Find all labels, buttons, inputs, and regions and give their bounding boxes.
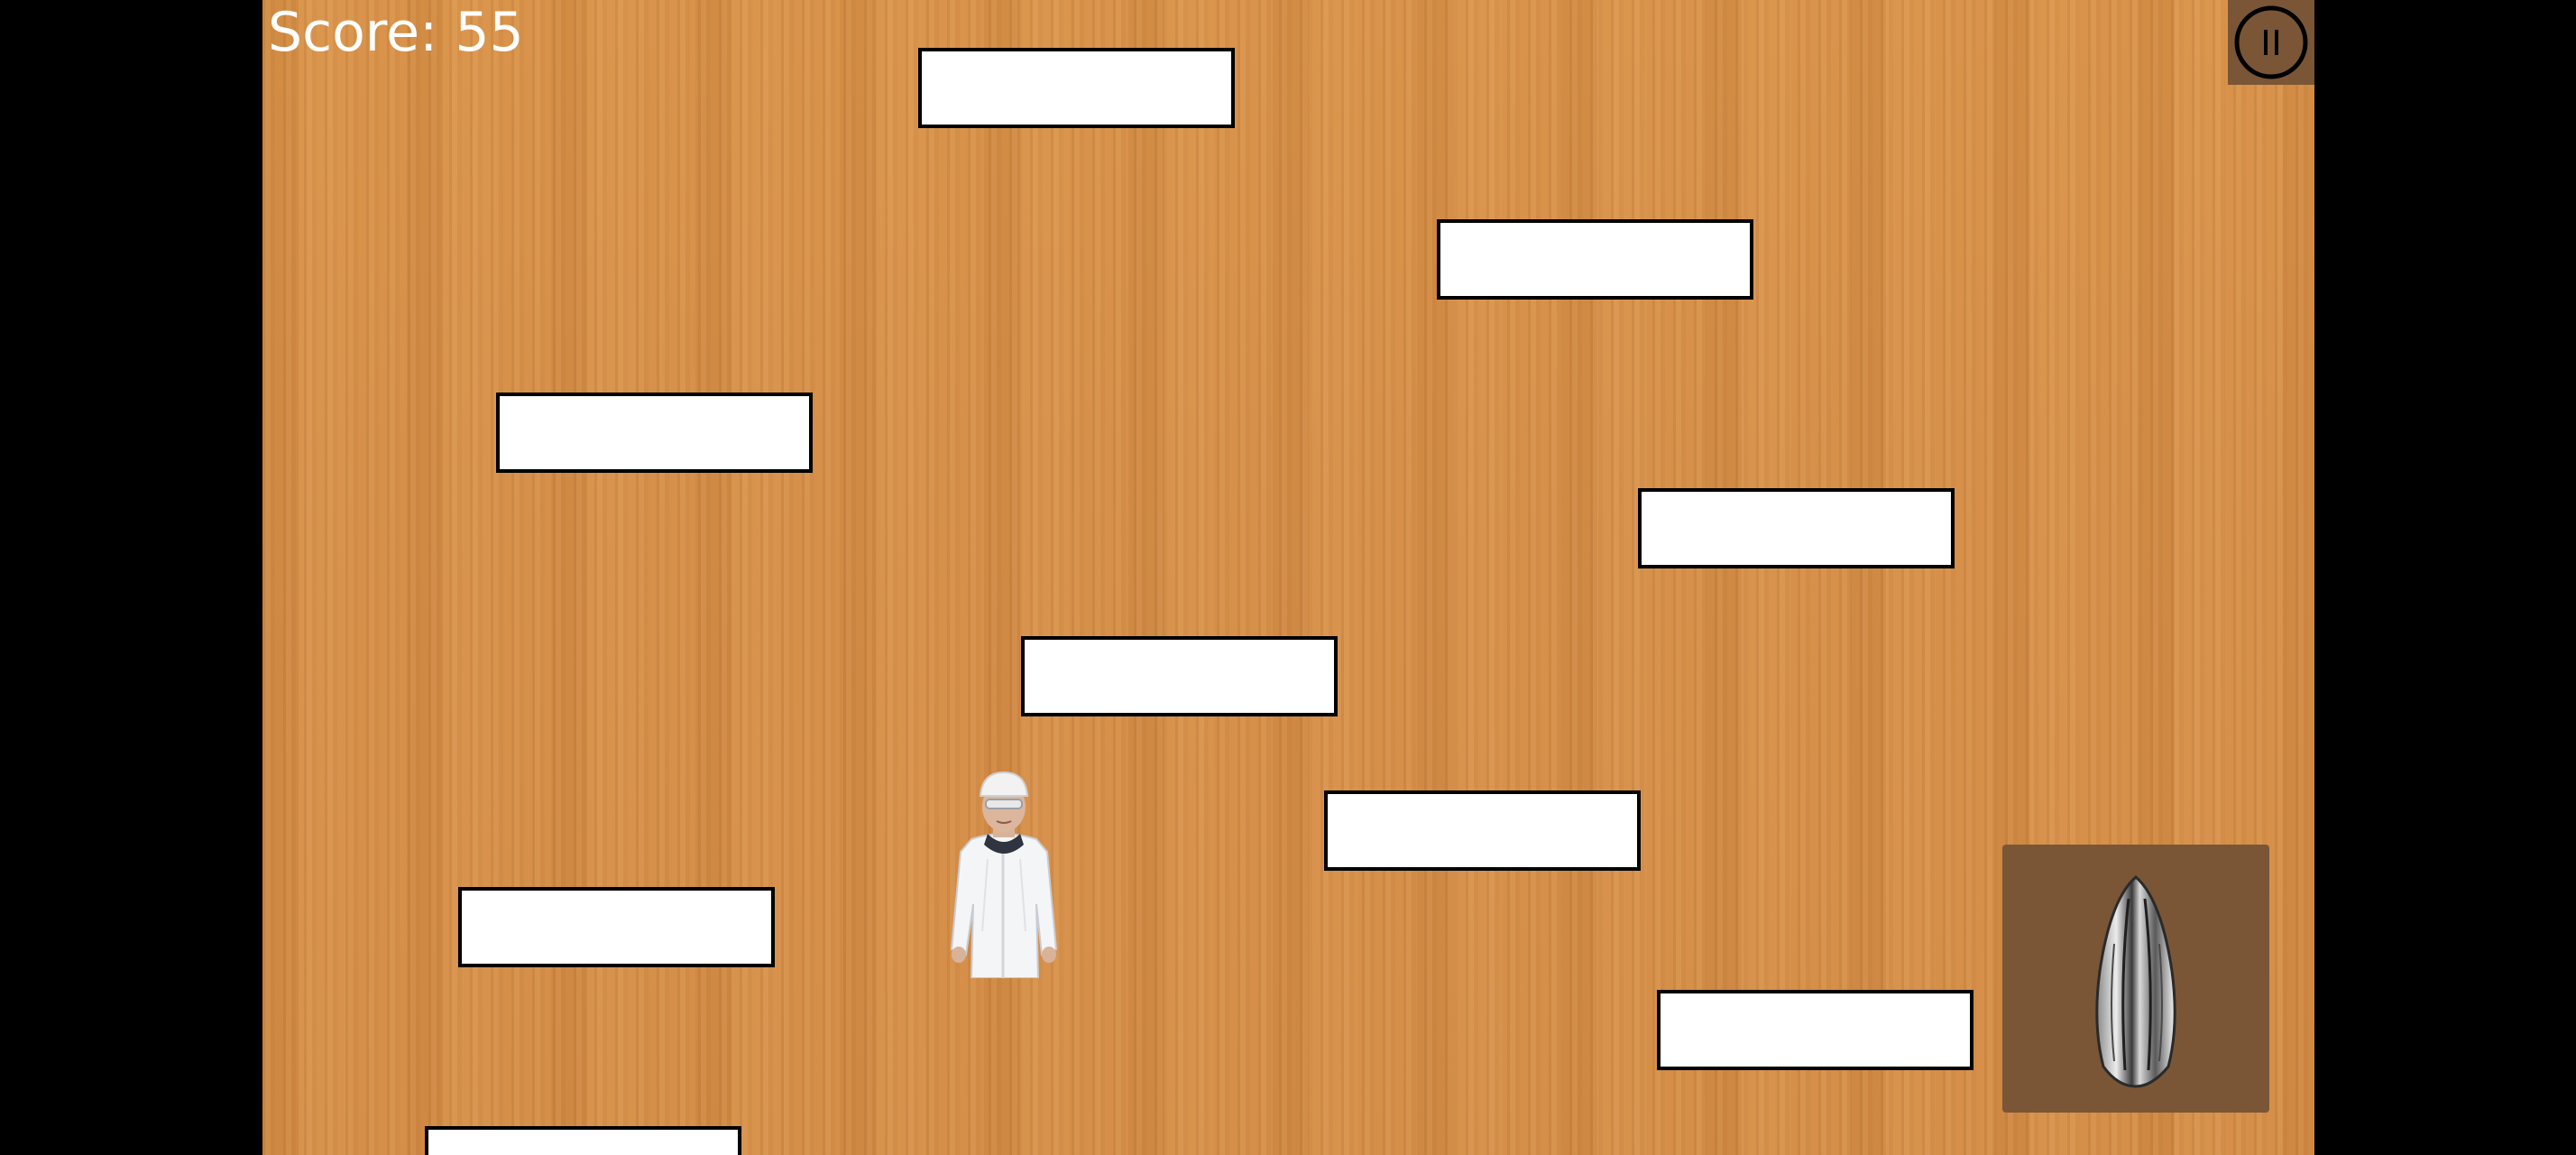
pause-icon bbox=[2234, 5, 2308, 79]
sunflower-seed-icon bbox=[2095, 875, 2176, 1088]
platform bbox=[918, 48, 1235, 128]
platform bbox=[1021, 636, 1338, 716]
platform bbox=[496, 393, 813, 473]
platform bbox=[458, 887, 775, 967]
score-label: Score: 55 bbox=[268, 1, 524, 64]
platform bbox=[425, 1126, 741, 1155]
seed-button[interactable] bbox=[2002, 845, 2269, 1113]
platform bbox=[1324, 790, 1641, 871]
platform bbox=[1657, 990, 1973, 1070]
platform bbox=[1437, 219, 1753, 300]
player-character bbox=[935, 769, 1071, 979]
pause-button[interactable] bbox=[2228, 0, 2314, 85]
game-area[interactable]: Score: 55 bbox=[262, 0, 2314, 1155]
screen: Score: 55 bbox=[0, 0, 2576, 1155]
player-sprite bbox=[950, 771, 1058, 979]
platform bbox=[1638, 488, 1955, 568]
